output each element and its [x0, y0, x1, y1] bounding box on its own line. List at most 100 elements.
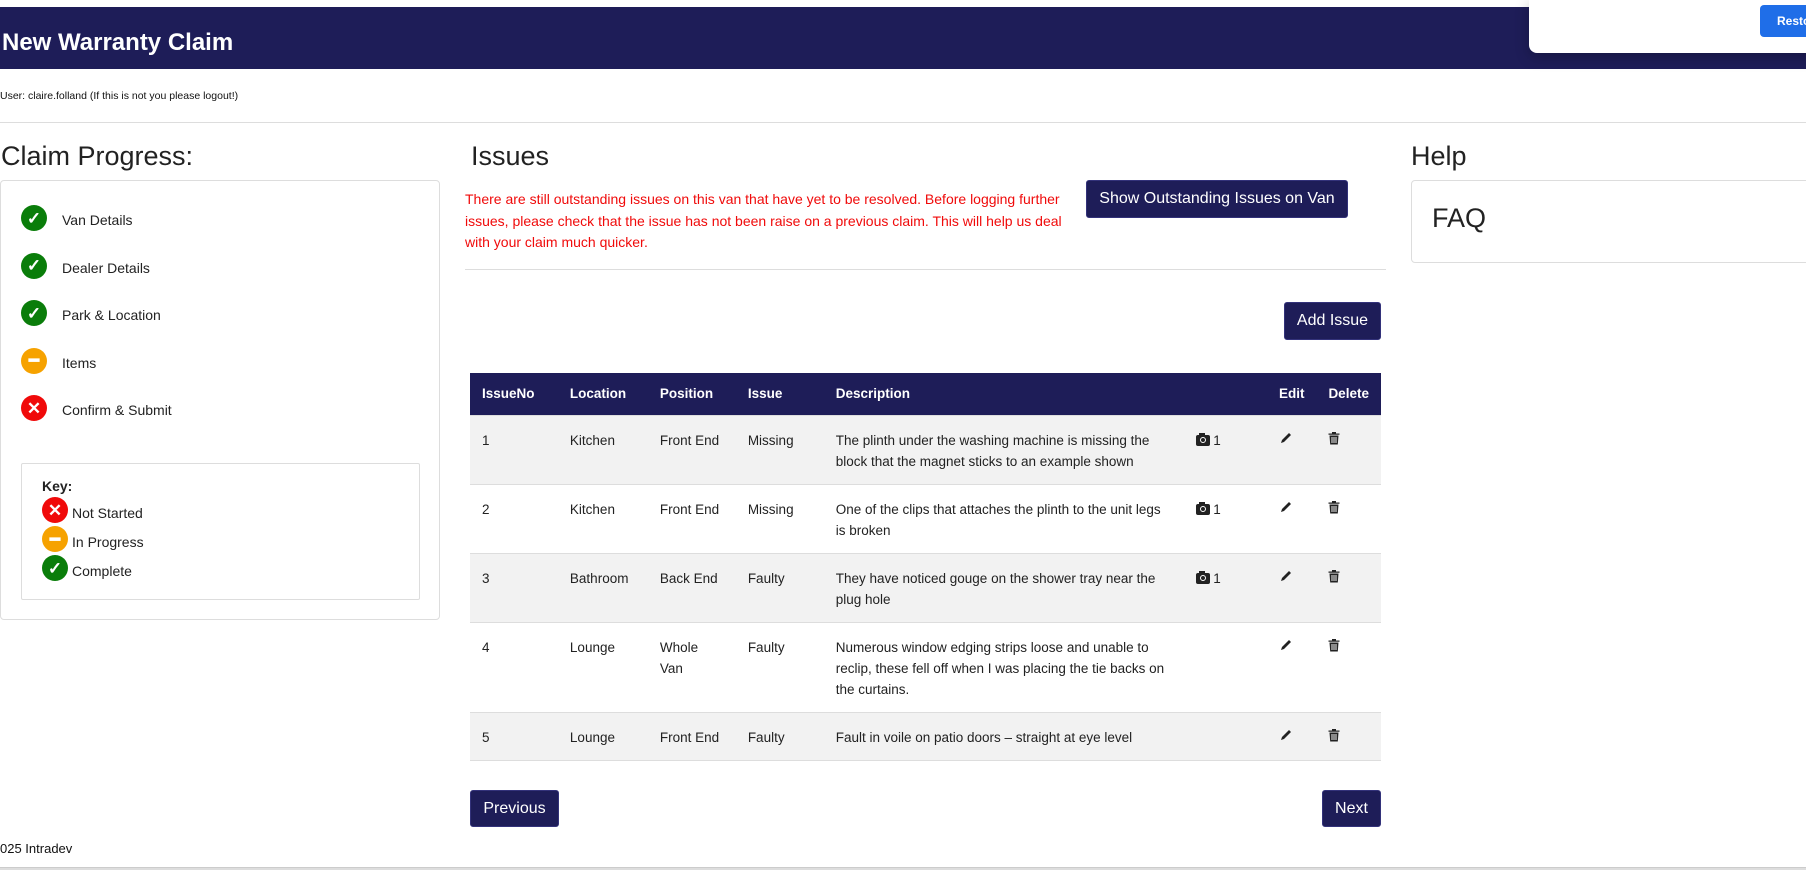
pencil-icon[interactable]: [1279, 638, 1293, 652]
help-heading: Help: [1411, 141, 1467, 171]
issue-location: Lounge: [557, 711, 648, 761]
table-row: 4 Lounge Whole Van Faulty Numerous windo…: [470, 621, 1381, 712]
claim-progress-heading: Claim Progress:: [1, 141, 194, 171]
check-circle-icon: ✓: [42, 555, 68, 581]
trash-icon[interactable]: [1328, 431, 1340, 445]
step-label: Items: [62, 354, 97, 371]
restore-button[interactable]: Resto: [1760, 5, 1806, 37]
key-in-progress: ━ In Progress: [42, 523, 419, 552]
check-circle-icon: ✓: [21, 300, 47, 326]
issue-description: They have noticed gouge on the shower tr…: [823, 552, 1185, 622]
issue-position: Whole Van: [647, 621, 736, 712]
previous-button[interactable]: Previous: [470, 790, 559, 827]
photos-link[interactable]: 1: [1196, 501, 1221, 517]
photos-cell: 1: [1184, 414, 1267, 484]
photos-cell: 1: [1184, 483, 1267, 553]
camera-icon: [1196, 432, 1211, 446]
restore-popup: Resto: [1529, 0, 1806, 53]
x-circle-icon: ✕: [42, 497, 68, 523]
photos-cell: [1184, 621, 1267, 712]
progress-step: ✕ Confirm & Submit: [21, 395, 172, 421]
column-header: Position: [647, 373, 736, 415]
trash-icon[interactable]: [1328, 638, 1340, 652]
show-outstanding-issues-button[interactable]: Show Outstanding Issues on Van: [1086, 180, 1348, 218]
issue-type: Missing: [735, 414, 824, 484]
camera-icon: [1196, 501, 1211, 515]
issue-no: 5: [470, 711, 558, 761]
issues-table: IssueNo Location Position Issue Description E…: [470, 373, 1381, 761]
column-header: [1184, 373, 1267, 415]
trash-icon[interactable]: [1328, 728, 1340, 742]
photo-count: 1: [1213, 501, 1221, 517]
minus-circle-icon: ━: [42, 526, 68, 552]
issue-location: Kitchen: [557, 483, 648, 553]
edit-cell: [1266, 414, 1317, 484]
table-row: 1 Kitchen Front End Missing The plinth u…: [470, 414, 1381, 484]
outstanding-warning: There are still outstanding issues on th…: [465, 191, 1062, 250]
photos-cell: 1: [1184, 552, 1267, 622]
faq-link[interactable]: FAQ: [1432, 203, 1486, 234]
issue-position: Front End: [647, 483, 736, 553]
table-row: 5 Lounge Front End Faulty Fault in voile…: [470, 711, 1381, 761]
issue-type: Missing: [735, 483, 824, 553]
x-circle-icon: ✕: [21, 395, 47, 421]
delete-cell: [1316, 552, 1381, 622]
edit-cell: [1266, 711, 1317, 761]
delete-cell: [1316, 483, 1381, 553]
column-header: Issue: [735, 373, 824, 415]
photos-link[interactable]: 1: [1196, 570, 1221, 586]
issue-description: One of the clips that attaches the plint…: [823, 483, 1185, 553]
photos-cell: [1184, 711, 1267, 761]
edit-cell: [1266, 483, 1317, 553]
issue-description: Fault in voile on patio doors – straight…: [823, 711, 1185, 761]
key-title: Key:: [42, 478, 73, 494]
footer-copyright: 025 Intradev: [0, 841, 73, 856]
pencil-icon[interactable]: [1279, 569, 1293, 583]
issue-position: Front End: [647, 414, 736, 484]
divider: [0, 122, 1806, 123]
check-circle-icon: ✓: [21, 205, 47, 231]
progress-step: ━ Items: [21, 347, 97, 374]
delete-cell: [1316, 414, 1381, 484]
claim-progress-panel: ✓ Van Details ✓ Dealer Details ✓ Park & Locat…: [0, 180, 440, 620]
issue-position: Back End: [647, 552, 736, 622]
column-header: IssueNo: [470, 373, 558, 415]
progress-step: ✓ Dealer Details: [21, 252, 150, 279]
delete-cell: [1316, 621, 1381, 712]
pencil-icon[interactable]: [1279, 431, 1293, 445]
key-box: Key: ✕ Not Started ━ In Progress ✓ Complete: [21, 463, 420, 600]
issue-no: 1: [470, 414, 558, 484]
issue-location: Lounge: [557, 621, 648, 712]
next-button[interactable]: Next: [1322, 790, 1381, 827]
trash-icon[interactable]: [1328, 500, 1340, 514]
bottom-border: [0, 867, 1806, 870]
trash-icon[interactable]: [1328, 569, 1340, 583]
issues-heading: Issues: [471, 141, 550, 171]
help-panel: FAQ: [1411, 180, 1806, 263]
key-complete: ✓ Complete: [42, 552, 419, 581]
issue-location: Kitchen: [557, 414, 648, 484]
edit-cell: [1266, 621, 1317, 712]
column-header: Location: [557, 373, 648, 415]
table-row: 2 Kitchen Front End Missing One of the c…: [470, 483, 1381, 553]
pencil-icon[interactable]: [1279, 728, 1293, 742]
pencil-icon[interactable]: [1279, 500, 1293, 514]
issue-position: Front End: [647, 711, 736, 761]
column-header: Delete: [1316, 373, 1381, 415]
add-issue-button[interactable]: Add Issue: [1284, 302, 1381, 340]
minus-circle-icon: ━: [21, 347, 47, 374]
issue-no: 2: [470, 483, 558, 553]
step-label: Dealer Details: [62, 259, 150, 276]
progress-step: ✓ Park & Location: [21, 300, 161, 326]
camera-icon: [1196, 570, 1211, 584]
step-label: Van Details: [62, 212, 133, 228]
table-row: 3 Bathroom Back End Faulty They have not…: [470, 552, 1381, 622]
user-info: User: claire.folland (If this is not you…: [0, 90, 239, 102]
photos-link[interactable]: 1: [1196, 432, 1221, 448]
photo-count: 1: [1213, 432, 1221, 448]
edit-cell: [1266, 552, 1317, 622]
photo-count: 1: [1213, 570, 1221, 586]
delete-cell: [1316, 711, 1381, 761]
check-circle-icon: ✓: [21, 252, 47, 279]
issue-location: Bathroom: [557, 552, 648, 622]
